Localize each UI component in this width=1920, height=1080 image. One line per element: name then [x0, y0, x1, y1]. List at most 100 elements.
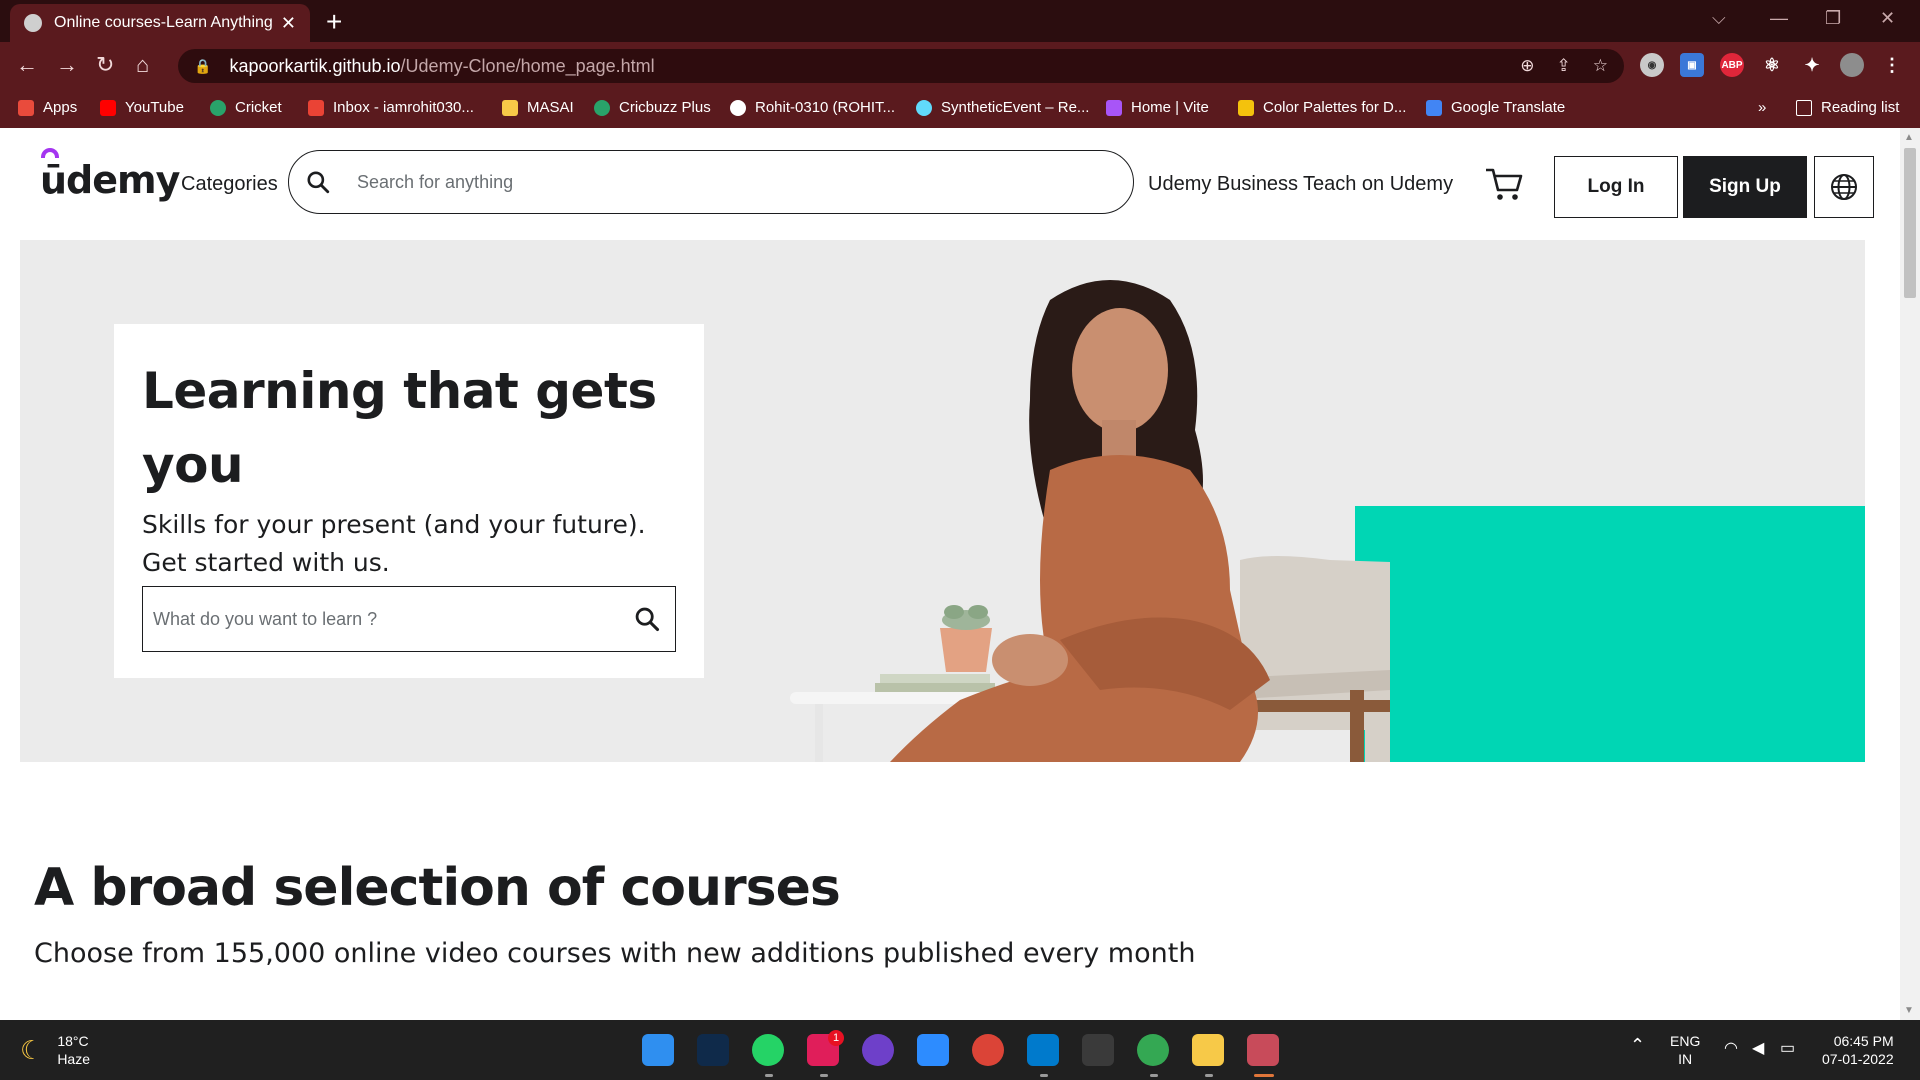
- bookmark-cricbuzz-plus[interactable]: Cricbuzz Plus: [594, 99, 711, 116]
- chrome-profile-icon[interactable]: [1137, 1034, 1169, 1066]
- forward-icon[interactable]: →: [56, 52, 78, 78]
- close-window-button[interactable]: ✕: [1880, 8, 1895, 29]
- bookmark-google-translate[interactable]: Google Translate: [1426, 99, 1565, 116]
- reload-icon[interactable]: ↻: [96, 52, 114, 78]
- section-title: A broad selection of courses: [34, 858, 841, 918]
- volume-icon[interactable]: ◀: [1752, 1040, 1764, 1058]
- running-indicator: [1040, 1074, 1048, 1077]
- bookmark-cricket[interactable]: Cricket: [210, 99, 282, 116]
- active-app-indicator: [1254, 1074, 1274, 1077]
- hero-banner: Learning that gets you Skills for your p…: [20, 240, 1865, 762]
- hero-card: Learning that gets you Skills for your p…: [114, 324, 704, 678]
- udemy-logo[interactable]: ūdemy: [40, 148, 180, 202]
- clock-date: 07-01-2022: [1822, 1051, 1894, 1067]
- extension-icon[interactable]: ◉: [1640, 53, 1664, 77]
- clock-time: 06:45 PM: [1833, 1033, 1894, 1049]
- new-tab-button[interactable]: +: [326, 6, 342, 38]
- battery-icon[interactable]: ▭: [1780, 1040, 1795, 1058]
- weather-condition: Haze: [57, 1051, 90, 1067]
- running-indicator: [765, 1074, 773, 1077]
- globe-icon: [24, 14, 42, 32]
- chrome-icon[interactable]: [972, 1034, 1004, 1066]
- url-path: /Udemy-Clone/home_page.html: [400, 55, 655, 76]
- whatsapp-icon[interactable]: [752, 1034, 784, 1066]
- zoom-icon[interactable]: [917, 1034, 949, 1066]
- minimize-button[interactable]: —: [1770, 8, 1788, 29]
- file-explorer-icon[interactable]: [1192, 1034, 1224, 1066]
- search-icon[interactable]: [633, 605, 661, 633]
- back-icon[interactable]: ←: [16, 52, 38, 78]
- cricbuzz-icon: [210, 99, 226, 116]
- header-search-bar[interactable]: Search for anything: [288, 150, 1134, 214]
- reading-list-button[interactable]: Reading list: [1796, 99, 1899, 116]
- snipping-tool-icon[interactable]: [1247, 1034, 1279, 1066]
- bookmark-apps[interactable]: Apps: [18, 99, 77, 116]
- wifi-icon[interactable]: ◠: [1724, 1040, 1738, 1058]
- bookmark-github[interactable]: Rohit-0310 (ROHIT...: [730, 99, 895, 116]
- browser-tab[interactable]: Online courses-Learn Anything, C ✕: [10, 4, 310, 42]
- categories-link[interactable]: Categories: [181, 173, 278, 196]
- screen-capture-icon[interactable]: ▣: [1680, 53, 1704, 77]
- clock[interactable]: 06:45 PM 07-01-2022: [1822, 1032, 1894, 1068]
- scroll-down-arrow-icon[interactable]: ▼: [1904, 1005, 1914, 1016]
- teach-on-udemy-link[interactable]: Teach on Udemy: [1303, 173, 1453, 196]
- folder-icon: [502, 99, 518, 116]
- bookmark-vite[interactable]: Home | Vite: [1106, 99, 1209, 116]
- running-indicator: [1205, 1074, 1213, 1077]
- weather-temperature: 18°C: [57, 1033, 89, 1049]
- menu-kebab-icon[interactable]: ⋮: [1880, 53, 1904, 77]
- logo-hat-mark: [41, 148, 59, 158]
- more-bookmarks-button[interactable]: »: [1758, 99, 1766, 116]
- bookmark-youtube[interactable]: YouTube: [100, 99, 184, 116]
- home-icon[interactable]: ⌂: [136, 52, 149, 78]
- extensions-puzzle-icon[interactable]: ✦: [1800, 53, 1824, 77]
- bookmark-star-icon[interactable]: ☆: [1593, 56, 1608, 76]
- close-tab-icon[interactable]: ✕: [281, 13, 296, 34]
- profile-avatar[interactable]: [1840, 53, 1864, 77]
- moon-icon: ☾: [20, 1034, 44, 1065]
- react-icon: [916, 99, 932, 116]
- scroll-up-arrow-icon[interactable]: ▲: [1904, 132, 1914, 143]
- hero-search-input[interactable]: What do you want to learn ?: [153, 609, 633, 630]
- vscode-icon[interactable]: [1027, 1034, 1059, 1066]
- login-button[interactable]: Log In: [1554, 156, 1678, 218]
- udemy-business-link[interactable]: Udemy Business: [1148, 173, 1298, 196]
- hero-search-bar[interactable]: What do you want to learn ?: [142, 586, 676, 652]
- bookmark-color-palettes[interactable]: Color Palettes for D...: [1238, 99, 1406, 116]
- hero-accent-block: [1355, 506, 1865, 762]
- page-scrollbar[interactable]: ▲ ▼: [1900, 128, 1920, 1020]
- windows-taskbar: ☾ 18°C Haze 1 ⌃ ENG IN ◠ ◀ ▭ 06:45 PM 07…: [0, 1020, 1920, 1080]
- web-page: ūdemy Categories Search for anything Ude…: [0, 128, 1920, 1020]
- show-hidden-icons-chevron-icon[interactable]: ⌃: [1630, 1036, 1645, 1054]
- zoom-icon[interactable]: ⊕: [1520, 56, 1534, 76]
- adblock-icon[interactable]: ABP: [1720, 53, 1744, 77]
- signup-button[interactable]: Sign Up: [1683, 156, 1807, 218]
- react-devtools-icon[interactable]: ⚛: [1760, 53, 1784, 77]
- header-search-input[interactable]: Search for anything: [357, 172, 513, 193]
- restore-button[interactable]: ❐: [1825, 8, 1841, 29]
- windows-start-icon[interactable]: [642, 1034, 674, 1066]
- youtube-icon: [100, 99, 116, 116]
- hero-person-image: [790, 280, 1390, 762]
- bookmark-inbox[interactable]: Inbox - iamrohit030...: [308, 99, 474, 116]
- terminal-icon[interactable]: [1082, 1034, 1114, 1066]
- bookmark-react-docs[interactable]: SyntheticEvent – Re...: [916, 99, 1089, 116]
- address-bar[interactable]: 🔒 kapoorkartik.github.io/Udemy-Clone/hom…: [178, 49, 1624, 83]
- scrollbar-thumb[interactable]: [1904, 148, 1916, 298]
- language-button[interactable]: [1814, 156, 1874, 218]
- prime-video-icon[interactable]: [697, 1034, 729, 1066]
- browser-titlebar: Online courses-Learn Anything, C ✕ + ⌵ —…: [0, 0, 1920, 42]
- lock-icon: 🔒: [194, 57, 212, 74]
- globe-icon: [1831, 174, 1857, 200]
- cart-icon[interactable]: [1484, 166, 1524, 202]
- bookmark-masai[interactable]: MASAI: [502, 99, 574, 116]
- weather-widget[interactable]: ☾ 18°C Haze: [20, 1032, 90, 1068]
- reading-list-icon: [1796, 99, 1812, 116]
- search-icon[interactable]: [305, 169, 331, 195]
- language-indicator[interactable]: ENG IN: [1670, 1032, 1700, 1068]
- translate-icon: [1426, 99, 1442, 116]
- hero-heading: Learning that gets you: [142, 362, 657, 494]
- tab-search-icon[interactable]: ⌵: [1712, 8, 1726, 29]
- share-icon[interactable]: ⇪: [1557, 56, 1571, 76]
- github-desktop-icon[interactable]: [862, 1034, 894, 1066]
